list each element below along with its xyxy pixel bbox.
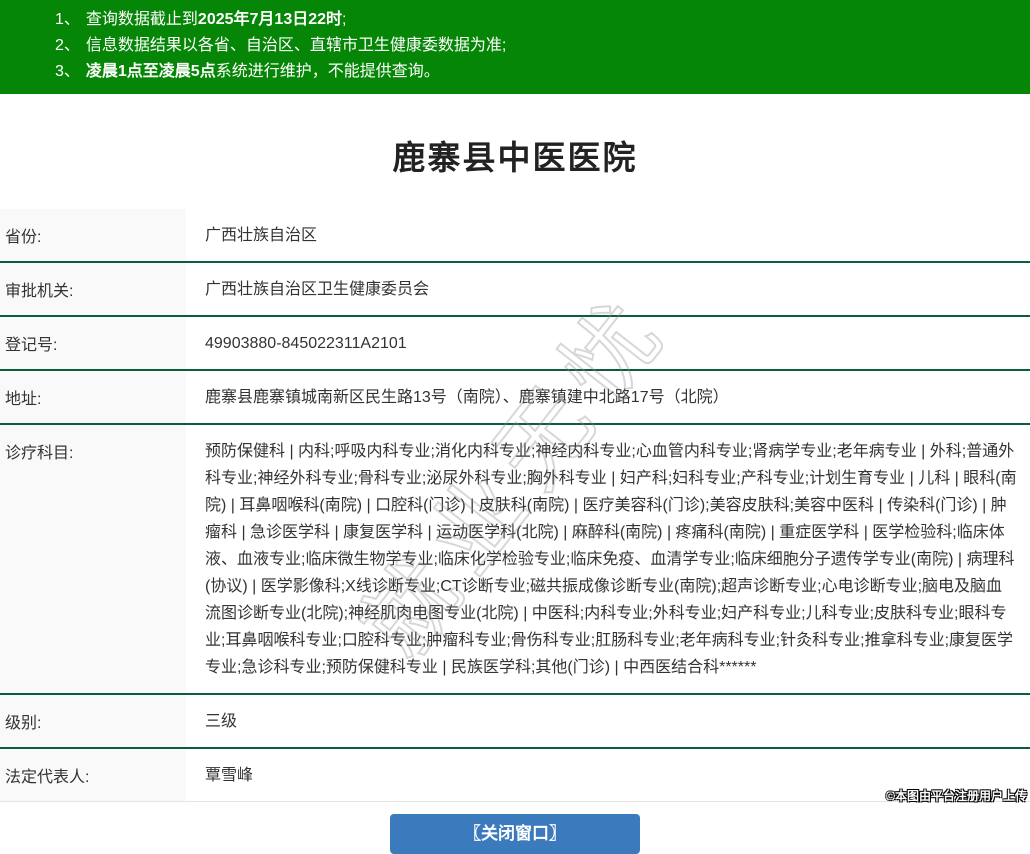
row-value: 49903880-845022311A2101 xyxy=(205,335,407,352)
row-label: 地址: xyxy=(0,371,186,423)
notice-text: 系统进行维护，不能提供查询。 xyxy=(215,63,440,80)
table-row-approval-authority: 审批机关: 广西壮族自治区卫生健康委员会 xyxy=(0,263,1030,317)
notice-bold-text: 凌晨1点至凌晨5点 xyxy=(85,63,216,80)
notice-line-3: 3、 凌晨1点至凌晨5点系统进行维护，不能提供查询。 xyxy=(55,59,1020,85)
notice-number: 2、 xyxy=(55,37,80,54)
notice-text: 信息数据结果以各省、自治区、直辖市卫生健康委数据为准; xyxy=(85,37,507,54)
close-window-button[interactable]: 〖关闭窗口〗 xyxy=(390,814,640,854)
notice-text: ; xyxy=(342,11,347,28)
notice-number: 1、 xyxy=(55,11,80,28)
table-row-medical-departments: 诊疗科目: 预防保健科 | 内科;呼吸内科专业;消化内科专业;神经内科专业;心血… xyxy=(0,425,1030,695)
row-label: 审批机关: xyxy=(0,263,186,315)
row-label: 登记号: xyxy=(0,317,186,369)
row-value: 鹿寨县鹿寨镇城南新区民生路13号（南院）、鹿寨镇建中北路17号（北院） xyxy=(205,389,729,406)
notice-line-2: 2、 信息数据结果以各省、自治区、直辖市卫生健康委数据为准; xyxy=(55,33,1020,59)
hospital-info-table: 省份: 广西壮族自治区 审批机关: 广西壮族自治区卫生健康委员会 登记号: 49… xyxy=(0,209,1030,802)
notice-bold-text: 2025年7月13日22时 xyxy=(197,11,343,28)
table-row-legal-representative: 法定代表人: 覃雪峰 xyxy=(0,749,1030,802)
row-value: 预防保健科 | 内科;呼吸内科专业;消化内科专业;神经内科专业;心血管内科专业;… xyxy=(205,443,1017,676)
notice-number: 3、 xyxy=(55,63,80,80)
hospital-title: 鹿寨县中医医院 xyxy=(392,139,638,176)
table-row-address: 地址: 鹿寨县鹿寨镇城南新区民生路13号（南院）、鹿寨镇建中北路17号（北院） xyxy=(0,371,1030,425)
row-label: 省份: xyxy=(0,209,186,261)
button-bar: 〖关闭窗口〗 xyxy=(0,814,1030,854)
notice-banner: 1、 查询数据截止到2025年7月13日22时; 2、 信息数据结果以各省、自治区、… xyxy=(0,0,1030,94)
row-label: 法定代表人: xyxy=(0,749,186,801)
row-value: 广西壮族自治区卫生健康委员会 xyxy=(205,281,430,298)
row-value: 广西壮族自治区 xyxy=(205,227,318,244)
notice-text: 查询数据截止到 xyxy=(85,11,198,28)
table-row-province: 省份: 广西壮族自治区 xyxy=(0,209,1030,263)
row-label: 诊疗科目: xyxy=(0,425,186,693)
table-row-registration-number: 登记号: 49903880-845022311A2101 xyxy=(0,317,1030,371)
notice-line-1: 1、 查询数据截止到2025年7月13日22时; xyxy=(55,7,1020,33)
row-label: 级别: xyxy=(0,695,186,747)
attribution-stamp: ©本图由平台注册用户上传 xyxy=(886,789,1027,803)
table-row-level: 级别: 三级 xyxy=(0,695,1030,749)
row-value: 三级 xyxy=(205,713,238,730)
